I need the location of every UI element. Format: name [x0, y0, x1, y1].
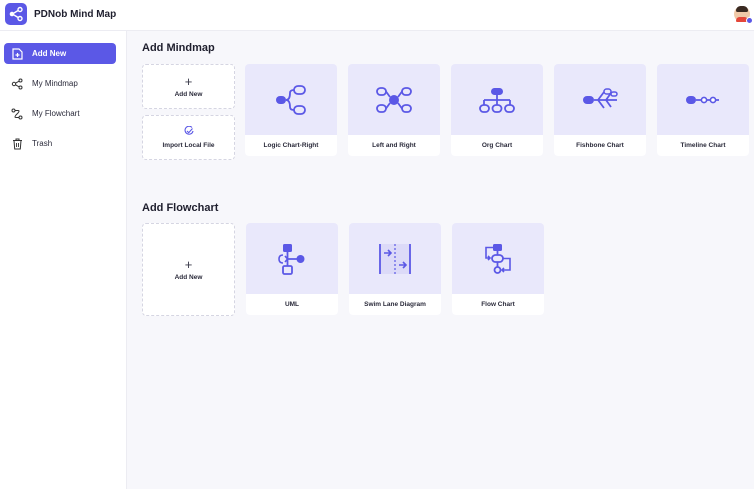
avatar-badge-icon [746, 17, 753, 24]
template-label: UML [284, 301, 300, 308]
template-fishbone-chart[interactable]: Fishbone Chart [554, 64, 646, 156]
template-label: Org Chart [481, 142, 513, 149]
import-local-file-button[interactable]: Import Local File [142, 115, 235, 160]
share-nodes-icon [10, 77, 24, 91]
template-org-chart[interactable]: Org Chart [451, 64, 543, 156]
template-left-and-right[interactable]: Left and Right [348, 64, 440, 156]
org-chart-icon [479, 87, 515, 113]
top-bar: PDNob Mind Map [0, 0, 754, 31]
template-label: Fishbone Chart [576, 142, 624, 149]
sidebar-item-label: My Mindmap [32, 79, 78, 88]
mindmap-add-new-button[interactable]: + Add New [142, 64, 235, 109]
sidebar-item-my-mindmap[interactable]: My Mindmap [4, 73, 116, 94]
file-add-icon [10, 47, 24, 61]
user-avatar[interactable] [734, 6, 753, 24]
flowchart-section-title: Add Flowchart [142, 202, 219, 214]
template-label: Logic Chart-Right [263, 142, 319, 149]
template-uml[interactable]: UML [246, 223, 338, 315]
flowchart-add-new-button[interactable]: + Add New [142, 223, 235, 316]
template-label: Flow Chart [481, 301, 515, 308]
trash-icon [10, 137, 24, 151]
template-label: Left and Right [372, 142, 416, 149]
flow-chart-icon [485, 243, 511, 274]
template-label: Timeline Chart [680, 142, 726, 149]
app-title: PDNob Mind Map [34, 9, 117, 20]
logic-chart-icon [276, 84, 306, 115]
flow-path-icon [10, 107, 24, 121]
template-label: Swim Lane Diagram [364, 301, 426, 308]
sidebar-item-label: My Flowchart [32, 109, 80, 118]
fishbone-icon [583, 87, 618, 109]
sidebar-item-trash[interactable]: Trash [4, 133, 116, 154]
template-flow-chart[interactable]: Flow Chart [452, 223, 544, 315]
plus-icon: + [184, 257, 193, 272]
mindmap-section-title: Add Mindmap [142, 42, 215, 54]
sidebar: Add New My Mindmap My Flowchart Trash [0, 31, 127, 489]
import-file-icon [184, 125, 194, 138]
timeline-icon [686, 95, 719, 104]
template-logic-chart-right[interactable]: Logic Chart-Right [245, 64, 337, 156]
sidebar-item-my-flowchart[interactable]: My Flowchart [4, 103, 116, 124]
app-logo-icon [5, 3, 27, 25]
left-right-icon [376, 86, 412, 113]
template-timeline-chart[interactable]: Timeline Chart [657, 64, 749, 156]
template-swim-lane-diagram[interactable]: Swim Lane Diagram [349, 223, 441, 315]
uml-icon [278, 243, 305, 275]
sidebar-item-add-new[interactable]: Add New [4, 43, 116, 64]
swim-lane-icon [379, 243, 411, 274]
plus-icon: + [184, 74, 193, 89]
sidebar-item-label: Trash [32, 139, 53, 148]
sidebar-item-label: Add New [32, 49, 67, 58]
